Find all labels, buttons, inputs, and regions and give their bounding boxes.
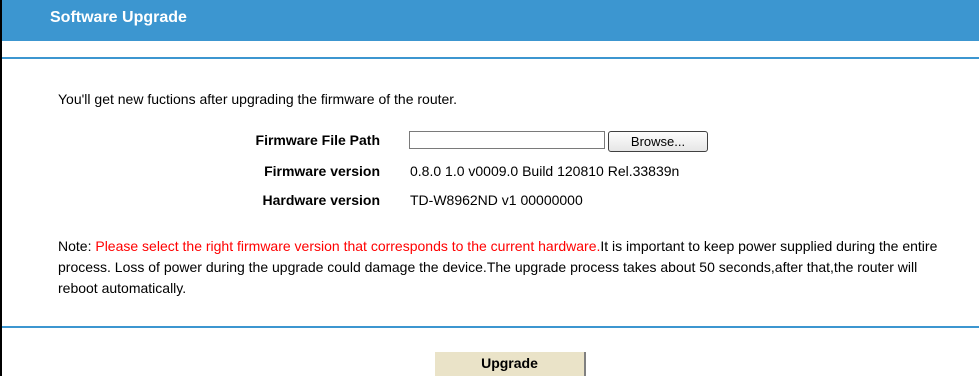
hardware-version-row: Hardware version TD-W8962ND v1 00000000: [0, 190, 979, 210]
note-prefix: Note:: [58, 238, 96, 254]
note-warning: Please select the right firmware version…: [95, 238, 601, 254]
upgrade-button[interactable]: Upgrade: [435, 352, 586, 376]
hardware-version-label: Hardware version: [262, 192, 381, 208]
hardware-version-value: TD-W8962ND v1 00000000: [410, 192, 583, 208]
firmware-version-value: 0.8.0 1.0 v0009.0 Build 120810 Rel.33839…: [410, 163, 680, 179]
firmware-version-row: Firmware version 0.8.0 1.0 v0009.0 Build…: [0, 161, 979, 181]
browse-button[interactable]: Browse...: [608, 131, 708, 152]
header-bar: Software Upgrade: [2, 0, 979, 41]
firmware-file-path-label: Firmware File Path: [255, 132, 380, 148]
firmware-file-path-input[interactable]: [409, 131, 605, 149]
software-upgrade-panel: Software Upgrade You'll get new fuctions…: [0, 0, 979, 376]
upgrade-note: Note: Please select the right firmware v…: [58, 236, 938, 299]
firmware-version-label: Firmware version: [264, 163, 380, 179]
footer-divider: [2, 326, 979, 328]
header-divider: [2, 57, 979, 59]
intro-text: You'll get new fuctions after upgrading …: [58, 91, 458, 107]
page-title: Software Upgrade: [50, 9, 187, 26]
